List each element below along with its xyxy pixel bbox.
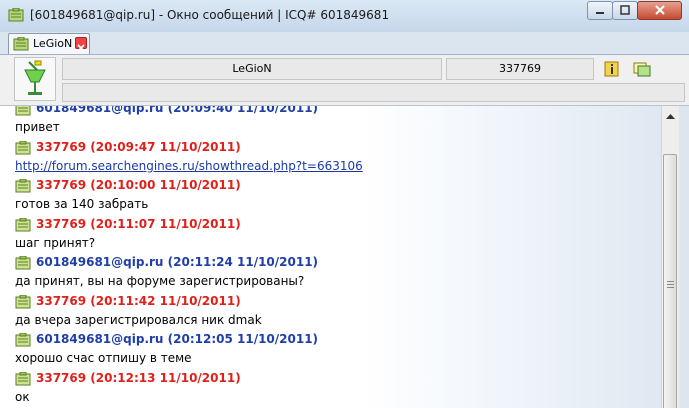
message-note-icon bbox=[15, 217, 31, 231]
qip-window-icon bbox=[8, 8, 24, 22]
message-note-icon bbox=[15, 333, 31, 347]
message-sender-time: 601849681@qip.ru (20:12:05 11/10/2011) bbox=[36, 332, 319, 346]
message-note-icon bbox=[15, 140, 31, 154]
qip-message-window: [601849681@qip.ru] - Окно сообщений | IC… bbox=[0, 0, 689, 408]
message-sender-time: 337769 (20:11:07 11/10/2011) bbox=[36, 216, 241, 231]
message-sender-time: 337769 (20:12:13 11/10/2011) bbox=[36, 370, 241, 385]
minimize-button[interactable] bbox=[587, 1, 613, 20]
message-text: хорошо счас отпишу в теме bbox=[15, 351, 192, 365]
info-icon[interactable] bbox=[603, 61, 621, 77]
message-note-icon bbox=[15, 294, 31, 308]
message-note-icon bbox=[15, 256, 31, 270]
contact-icon bbox=[13, 37, 29, 51]
message-note-icon bbox=[15, 371, 31, 385]
tab-strip: LeGioN bbox=[0, 32, 689, 55]
contact-name-field: LeGioN bbox=[62, 58, 442, 80]
minimize-icon bbox=[596, 12, 604, 14]
maximize-icon bbox=[620, 5, 630, 15]
contact-status-field bbox=[62, 83, 685, 102]
message-item: 601849681@qip.ru (20:11:24 11/10/2011) да… bbox=[0, 254, 661, 292]
close-icon bbox=[77, 44, 85, 52]
message-text: да принят, вы на форуме зарегистрированы… bbox=[15, 274, 305, 288]
message-sender-time: 337769 (20:10:00 11/10/2011) bbox=[36, 178, 241, 192]
message-history[interactable]: 601849681@qip.ru (20:09:40 11/10/2011) пр… bbox=[0, 106, 661, 408]
history-icon[interactable] bbox=[633, 61, 651, 77]
scrollbar-grip bbox=[667, 281, 674, 282]
message-item: 337769 (20:11:07 11/10/2011) шаг принят? bbox=[0, 216, 661, 254]
message-item: 337769 (20:12:13 11/10/2011) ок bbox=[0, 370, 661, 408]
message-note-icon bbox=[15, 179, 31, 193]
avatar[interactable] bbox=[14, 57, 56, 101]
scroll-up-arrow-icon[interactable] bbox=[662, 108, 679, 124]
message-text: ок bbox=[15, 389, 30, 404]
tab-close-button[interactable] bbox=[75, 37, 87, 52]
cocktail-icon bbox=[24, 60, 46, 95]
message-text: готов за 140 забрать bbox=[15, 197, 149, 211]
message-sender-time: 337769 (20:09:47 11/10/2011) bbox=[36, 139, 241, 154]
message-item: 601849681@qip.ru (20:09:40 11/10/2011) пр… bbox=[0, 106, 661, 138]
close-button[interactable] bbox=[637, 1, 682, 20]
message-item: 337769 (20:09:47 11/10/2011) http://forum… bbox=[0, 139, 661, 177]
vertical-scrollbar[interactable] bbox=[661, 106, 679, 408]
window-title: [601849681@qip.ru] - Окно сообщений | IC… bbox=[30, 8, 390, 22]
message-note-icon bbox=[15, 106, 31, 116]
message-sender-time: 337769 (20:11:42 11/10/2011) bbox=[36, 293, 241, 308]
window-border bbox=[679, 106, 689, 408]
message-text: привет bbox=[15, 120, 60, 134]
message-link[interactable]: http://forum.searchengines.ru/showthread… bbox=[15, 159, 363, 173]
message-item: 337769 (20:10:00 11/10/2011) готов за 140… bbox=[0, 177, 661, 215]
maximize-button[interactable] bbox=[612, 1, 638, 20]
message-sender-time: 601849681@qip.ru (20:09:40 11/10/2011) bbox=[36, 106, 319, 115]
message-sender-time: 601849681@qip.ru (20:11:24 11/10/2011) bbox=[36, 255, 319, 269]
close-icon bbox=[654, 5, 665, 15]
message-item: 337769 (20:11:42 11/10/2011) да вчера зар… bbox=[0, 293, 661, 331]
tab-label: LeGioN bbox=[33, 37, 73, 50]
message-item: 601849681@qip.ru (20:12:05 11/10/2011) хо… bbox=[0, 331, 661, 369]
title-bar[interactable]: [601849681@qip.ru] - Окно сообщений | IC… bbox=[0, 0, 689, 32]
contact-uin-field: 337769 bbox=[446, 58, 594, 80]
tab-legion[interactable]: LeGioN bbox=[8, 33, 90, 54]
contact-info-panel: LeGioN 337769 bbox=[0, 55, 689, 106]
scrollbar-thumb[interactable] bbox=[663, 154, 677, 408]
message-text: шаг принят? bbox=[15, 235, 96, 250]
message-text: да вчера зарегистрировался ник dmak bbox=[15, 312, 262, 327]
